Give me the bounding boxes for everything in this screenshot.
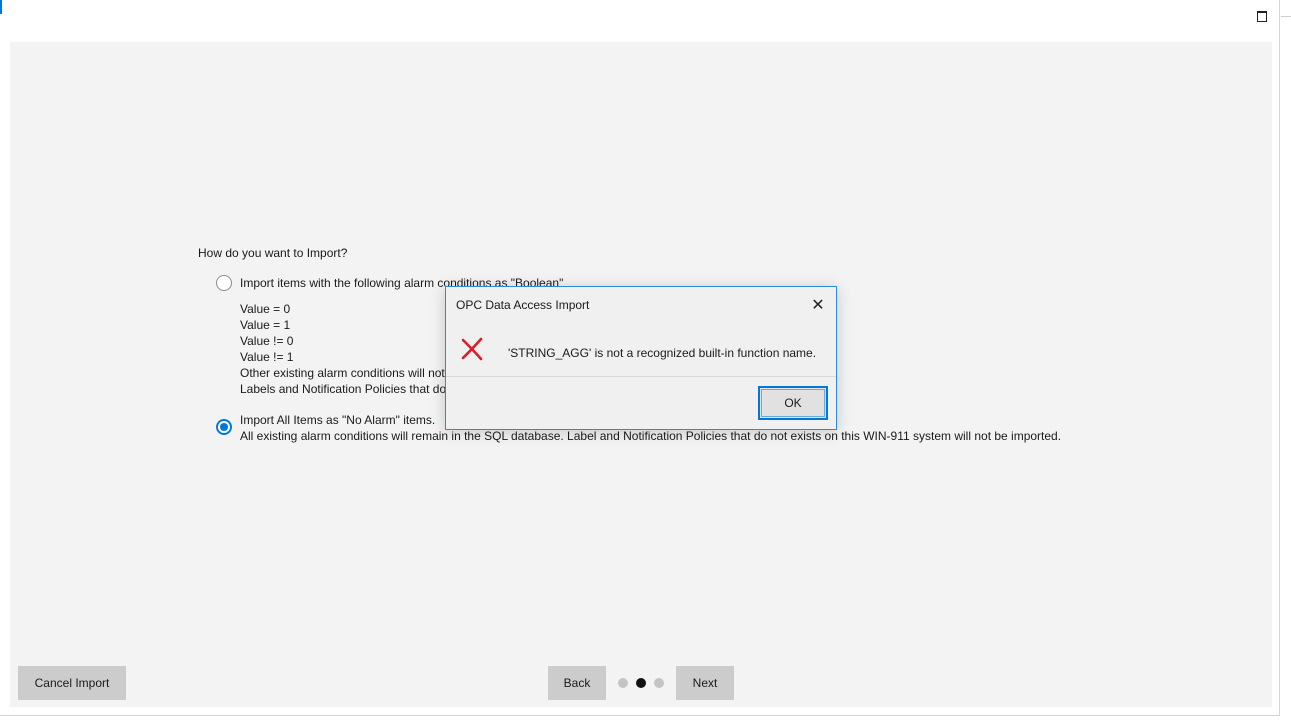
window-accent-edge	[0, 0, 2, 14]
import-question: How do you want to Import?	[198, 246, 348, 260]
no-alarm-import-radio[interactable]	[216, 419, 232, 435]
restore-window-icon[interactable]	[1253, 8, 1271, 24]
condition-item: Value != 1	[240, 350, 294, 364]
step-indicator-dot	[618, 678, 628, 688]
condition-item: Value != 0	[240, 334, 294, 348]
condition-item: Value = 1	[240, 318, 291, 332]
ok-button[interactable]: OK	[758, 386, 828, 420]
outer-edge-tick	[1281, 16, 1291, 17]
next-button[interactable]: Next	[676, 666, 734, 700]
boolean-import-radio[interactable]	[216, 275, 232, 291]
labels-policies-note: Labels and Notification Policies that do	[240, 382, 447, 396]
error-x-icon	[461, 337, 483, 361]
other-conditions-note: Other existing alarm conditions will not	[240, 366, 445, 380]
no-alarm-import-label[interactable]: Import All Items as "No Alarm" items.	[240, 413, 435, 427]
dialog-title: OPC Data Access Import	[456, 298, 590, 312]
close-icon[interactable]: ✕	[808, 295, 828, 315]
boolean-conditions-list: Value = 0 Value = 1 Value != 0 Value != …	[240, 301, 446, 397]
no-alarm-import-description: All existing alarm conditions will remai…	[240, 429, 1062, 443]
error-message: 'STRING_AGG' is not a recognized built-i…	[508, 346, 817, 360]
wizard-window: How do you want to Import? Import items …	[0, 0, 1280, 716]
step-indicator-dot	[654, 678, 664, 688]
step-indicator-dot-active	[636, 678, 646, 688]
condition-item: Value = 0	[240, 302, 291, 316]
error-dialog: OPC Data Access Import ✕ 'STRING_AGG' is…	[445, 286, 837, 430]
cancel-import-button[interactable]: Cancel Import	[18, 666, 126, 700]
back-button[interactable]: Back	[548, 666, 606, 700]
